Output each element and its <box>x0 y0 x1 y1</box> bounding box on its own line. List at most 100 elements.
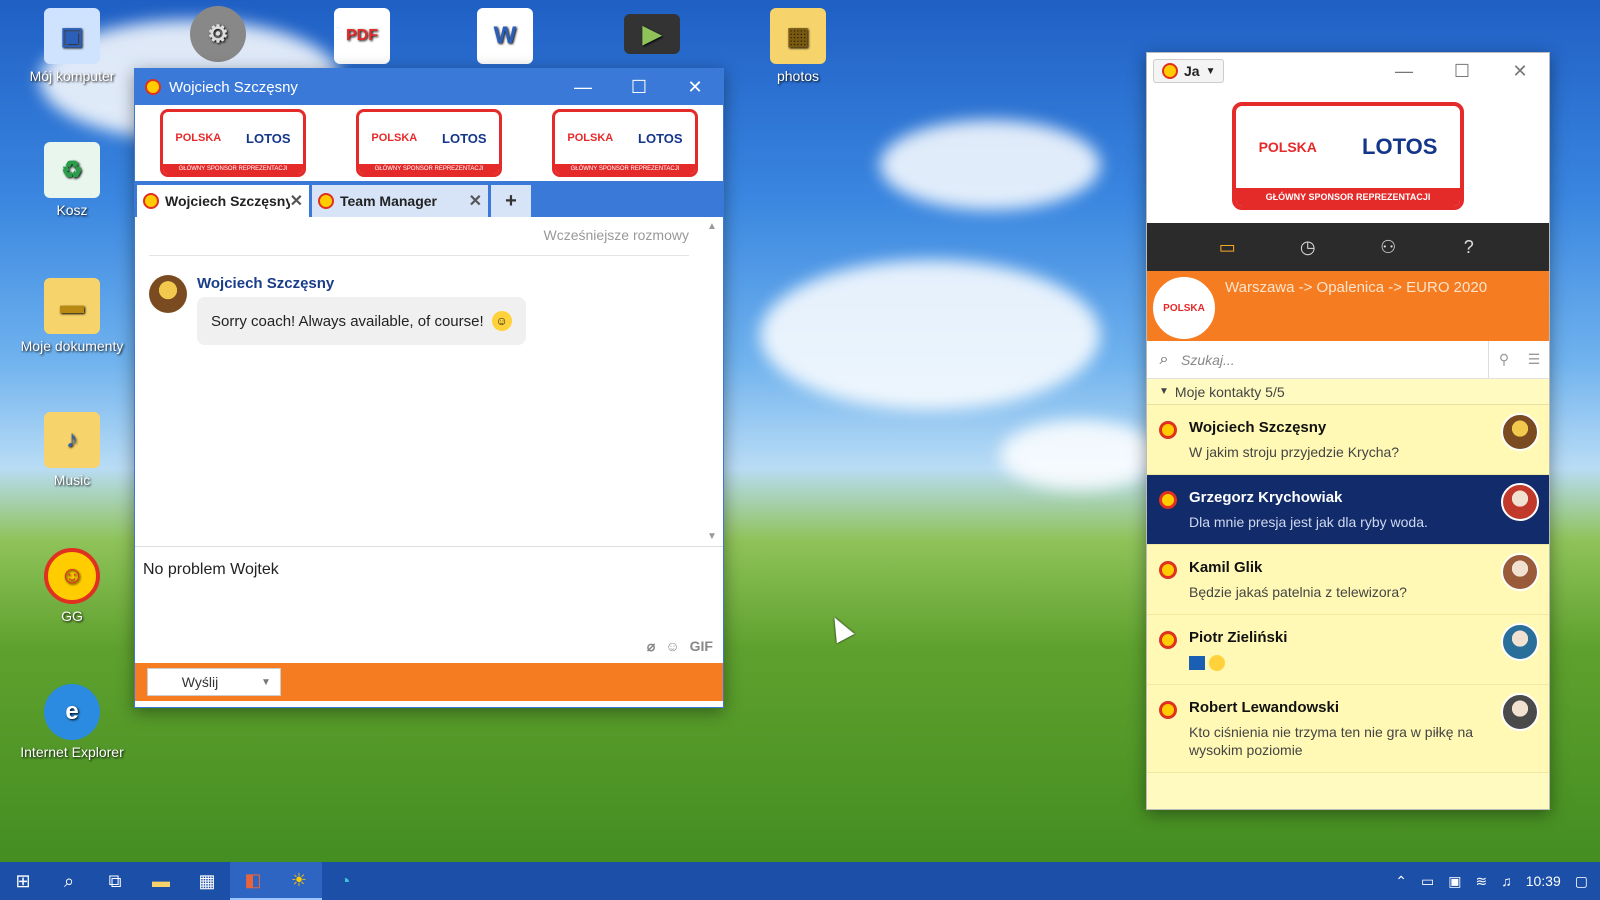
desktop-icon-pdf[interactable]: PDF <box>302 8 422 68</box>
contact-name: Piotr Zieliński <box>1189 629 1288 646</box>
gg-sun-icon <box>318 193 334 209</box>
tab-label: Team Manager <box>340 193 437 209</box>
contact-item[interactable]: Wojciech Szczęsny W jakim stroju przyjed… <box>1147 405 1549 475</box>
battery-icon[interactable]: ▭ <box>1421 873 1434 890</box>
contact-item[interactable]: Grzegorz Krychowiak Dla mnie presja jest… <box>1147 475 1549 545</box>
edge-icon[interactable]: ◔ <box>322 862 368 900</box>
desktop-icon-word[interactable]: W <box>445 8 565 68</box>
add-contact-icon[interactable]: ⚲ <box>1489 351 1519 368</box>
contact-group-header[interactable]: ▼ Moje kontakty 5/5 <box>1147 379 1549 405</box>
smile-emoji-icon <box>1208 655 1225 672</box>
clock-icon[interactable]: ◷ <box>1295 234 1321 260</box>
sponsor-banner[interactable]: POLSKA LOTOS GŁÓWNY SPONSOR REPREZENTACJI <box>356 109 502 177</box>
contacts-window[interactable]: Ja ▼ — ☐ ✕ POLSKA LOTOS GŁÓWNY SPONSOR RE… <box>1146 52 1550 810</box>
emoji-icon[interactable]: ☺ <box>665 638 679 655</box>
tab-close-icon[interactable]: ✕ <box>290 191 303 211</box>
maximize-button[interactable]: ☐ <box>1433 61 1491 82</box>
attachment-icon[interactable]: ⌀ <box>647 638 655 655</box>
avatar <box>1501 623 1539 661</box>
list-menu-icon[interactable]: ☰ <box>1519 351 1549 368</box>
message-area[interactable]: Wcześniejsze rozmowy Wojciech Szczęsny S… <box>135 217 723 547</box>
chevron-down-icon[interactable]: ▼ <box>252 677 280 688</box>
status-bar[interactable]: POLSKA Warszawa -> Opalenica -> EURO 202… <box>1147 271 1549 341</box>
notifications-icon[interactable]: ▢ <box>1575 873 1588 890</box>
calendar-icon[interactable]: ▦ <box>184 862 230 900</box>
desktop-icon-photos[interactable]: ▦ photos <box>738 8 858 84</box>
desktop-icon-my-computer[interactable]: ▣ Mój komputer <box>12 8 132 84</box>
task-view-icon[interactable]: ⧉ <box>92 862 138 900</box>
avatar[interactable]: POLSKA <box>1153 277 1215 339</box>
scroll-up-icon[interactable]: ▲ <box>707 221 717 232</box>
chevron-up-icon[interactable]: ⌃ <box>1395 873 1407 890</box>
contacts-titlebar[interactable]: Ja ▼ — ☐ ✕ <box>1147 53 1549 89</box>
send-bar: Wyślij ▼ <box>135 663 723 701</box>
folder-icon: ▬ <box>44 278 100 334</box>
minimize-button[interactable]: — <box>1375 61 1433 82</box>
sponsor-banner[interactable]: POLSKA LOTOS GŁÓWNY SPONSOR REPREZENTACJI <box>160 109 306 177</box>
desktop-icon-internet-explorer[interactable]: e Internet Explorer <box>12 684 132 760</box>
contact-item[interactable]: Piotr Zieliński <box>1147 615 1549 685</box>
wifi-icon[interactable]: ≋ <box>1475 873 1487 890</box>
tab-label: Wojciech Szczęsny <box>165 193 290 209</box>
desktop-icon-my-documents[interactable]: ▬ Moje dokumenty <box>12 278 132 354</box>
compose-area[interactable]: No problem Wojtek ⌀ ☺ GIF <box>135 547 723 663</box>
scroll-down-icon[interactable]: ▼ <box>707 531 717 542</box>
user-menu-button[interactable]: Ja ▼ <box>1153 59 1225 83</box>
sponsor-banner[interactable]: POLSKA LOTOS GŁÓWNY SPONSOR REPREZENTACJI <box>552 109 698 177</box>
desktop-icon-music[interactable]: ♪ Music <box>12 412 132 488</box>
contact-item[interactable]: Kamil Glik Będzie jakaś patelnia z telew… <box>1147 545 1549 615</box>
search-input[interactable]: Szukaj... <box>1181 341 1489 378</box>
tab-wojciech-szczesny[interactable]: Wojciech Szczęsny ✕ <box>137 185 309 217</box>
smile-emoji-icon: ☺ <box>491 311 512 331</box>
help-icon[interactable]: ? <box>1456 234 1482 260</box>
chevron-down-icon: ▼ <box>1205 65 1216 77</box>
contact-item[interactable]: Robert Lewandowski Kto ciśnienia nie trz… <box>1147 685 1549 773</box>
send-label: Wyślij <box>181 674 219 690</box>
chat-window[interactable]: Wojciech Szczęsny — ☐ ✕ POLSKA LOTOS GŁÓW… <box>134 68 724 708</box>
presentation-app-icon[interactable]: ◧ <box>230 862 276 900</box>
desktop-icon-label: photos <box>776 68 820 84</box>
send-button[interactable]: Wyślij ▼ <box>147 668 281 696</box>
message-sender[interactable]: Wojciech Szczęsny <box>197 275 334 292</box>
search-icon: ⌕ <box>1159 350 1169 368</box>
maximize-button[interactable]: ☐ <box>611 69 667 105</box>
network-adapter-icon[interactable]: ▣ <box>1448 873 1461 890</box>
tab-team-manager[interactable]: Team Manager ✕ <box>312 185 488 217</box>
volume-icon[interactable]: ♫ <box>1501 873 1512 889</box>
chat-titlebar[interactable]: Wojciech Szczęsny — ☐ ✕ <box>135 69 723 105</box>
desktop-icon-video[interactable]: ▶ <box>592 14 712 58</box>
music-folder-icon: ♪ <box>44 412 100 468</box>
gg-sun-icon[interactable]: ☀ <box>276 862 322 900</box>
new-tab-button[interactable]: + <box>491 185 531 217</box>
desktop-icon-gg[interactable]: ☺ GG <box>12 548 132 624</box>
start-button[interactable]: ⊞ <box>0 862 46 900</box>
earlier-conversations-link[interactable]: Wcześniejsze rozmowy <box>544 227 689 243</box>
search-row: ⌕ Szukaj... ⚲ ☰ <box>1147 341 1549 379</box>
chat-bubbles-icon[interactable]: ▭ <box>1214 234 1240 260</box>
clock[interactable]: 10:39 <box>1526 873 1561 889</box>
close-button[interactable]: ✕ <box>667 69 723 105</box>
minimize-button[interactable]: — <box>555 69 611 105</box>
avatar[interactable] <box>149 275 187 313</box>
desktop-icon-gear-app[interactable]: ⚙ <box>158 6 278 66</box>
tab-close-icon[interactable]: ✕ <box>469 191 482 211</box>
contact-description: W jakim stroju przyjedzie Krycha? <box>1189 444 1400 460</box>
banner-right-text: LOTOS <box>442 130 487 146</box>
gg-sun-icon <box>143 193 159 209</box>
sponsor-banner-row: POLSKA LOTOS GŁÓWNY SPONSOR REPREZENTACJI… <box>135 105 723 181</box>
gif-button[interactable]: GIF <box>690 638 713 655</box>
gg-status-icon <box>1159 561 1177 579</box>
people-icon[interactable]: ⚇ <box>1375 234 1401 260</box>
scrollbar[interactable]: ▲ ▼ <box>705 221 719 542</box>
search-icon[interactable]: ⌕ <box>46 862 92 900</box>
contact-name: Robert Lewandowski <box>1189 699 1340 716</box>
message-input[interactable]: No problem Wojtek <box>143 561 279 579</box>
sponsor-banner-large[interactable]: POLSKA LOTOS GŁÓWNY SPONSOR REPREZENTACJI <box>1147 89 1549 223</box>
desktop-icon-recycle-bin[interactable]: ♻ Kosz <box>12 142 132 218</box>
status-description[interactable]: Warszawa -> Opalenica -> EURO 2020 <box>1225 279 1487 296</box>
contact-description: Kto ciśnienia nie trzyma ten nie gra w p… <box>1189 724 1474 758</box>
ie-icon: e <box>44 684 100 740</box>
banner-left-text: POLSKA <box>371 132 418 144</box>
close-button[interactable]: ✕ <box>1491 61 1549 82</box>
file-explorer-icon[interactable]: ▬ <box>138 862 184 900</box>
